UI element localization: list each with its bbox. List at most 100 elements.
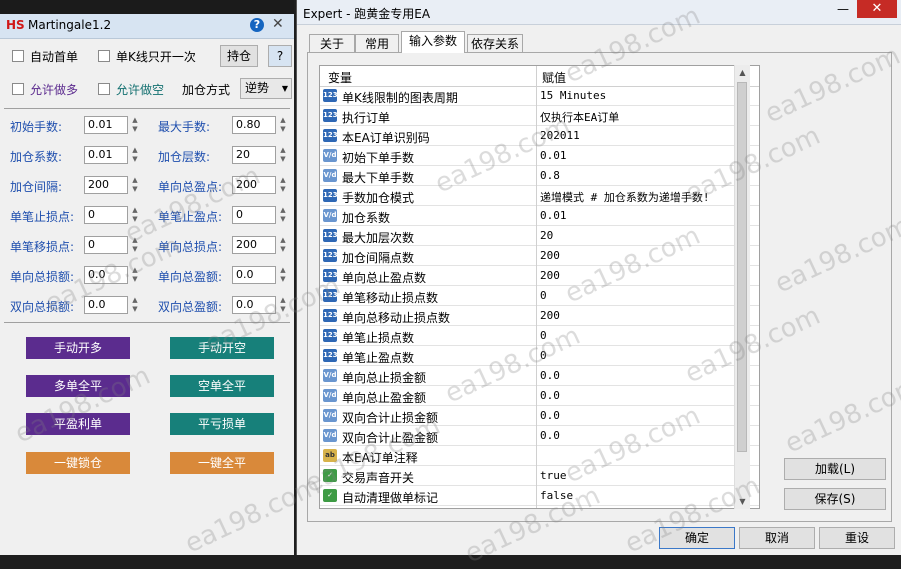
manual-short-button[interactable]: 手动开空 [170, 337, 274, 359]
param-value[interactable]: 20 [540, 229, 553, 242]
param-row[interactable]: 123 本EA订单识别码 202011 [320, 126, 759, 146]
param-row[interactable]: V/d 双向合计止损金额 0.0 [320, 406, 759, 426]
field-input[interactable]: 0.0 [232, 296, 276, 314]
spinner-icon[interactable]: ▲ ▼ [278, 176, 288, 194]
param-row[interactable]: 123 单K线限制的图表周期 15 Minutes [320, 86, 759, 106]
param-value[interactable]: 0.01 [540, 149, 567, 162]
param-row[interactable]: 123 单笔止盈点数 0 [320, 346, 759, 366]
param-value[interactable]: false [540, 489, 573, 502]
field-input[interactable]: 0.0 [232, 266, 276, 284]
field-input[interactable]: 0.80 [232, 116, 276, 134]
ok-button[interactable]: 确定 [659, 527, 735, 549]
field-input[interactable]: 20 [232, 146, 276, 164]
param-row[interactable]: ab 本EA订单注释 [320, 446, 759, 466]
param-row[interactable]: V/d 最大下单手数 0.8 [320, 166, 759, 186]
spinner-icon[interactable]: ▲ ▼ [130, 266, 140, 284]
scroll-down-icon[interactable]: ▼ [735, 494, 750, 509]
allow-short-checkbox[interactable] [98, 83, 110, 95]
param-value[interactable]: 0.0 [540, 429, 560, 442]
field-input[interactable]: 0 [232, 206, 276, 224]
param-value[interactable]: 200 [540, 249, 560, 262]
param-row[interactable]: V/d 单向总止盈金额 0.0 [320, 386, 759, 406]
field-input[interactable]: 0.0 [84, 296, 128, 314]
add-mode-select[interactable]: 逆势 ▼ [240, 78, 292, 99]
field-input[interactable]: 0 [84, 236, 128, 254]
single-k-checkbox[interactable] [98, 50, 110, 62]
spinner-icon[interactable]: ▲ ▼ [278, 116, 288, 134]
minimize-icon[interactable]: — [831, 2, 855, 18]
tab-inputs[interactable]: 输入参数 [401, 31, 465, 53]
close-icon[interactable]: ✕ [272, 16, 284, 32]
param-row[interactable]: 123 执行订单 仅执行本EA订单 [320, 106, 759, 126]
grid-scrollbar[interactable]: ▲ ▼ [734, 65, 750, 509]
param-value[interactable]: 仅执行本EA订单 [540, 109, 619, 125]
param-value[interactable]: true [540, 469, 567, 482]
param-row[interactable]: ✓ 交易声音开关 true [320, 466, 759, 486]
param-value[interactable]: 0 [540, 349, 547, 362]
tab-about[interactable]: 关于 [309, 34, 355, 52]
close-loss-button[interactable]: 平亏损单 [170, 413, 274, 435]
manual-long-button[interactable]: 手动开多 [26, 337, 130, 359]
spinner-icon[interactable]: ▲ ▼ [130, 296, 140, 314]
param-value[interactable]: 0.01 [540, 209, 567, 222]
param-row[interactable]: 123 单向总止盈点数 200 [320, 266, 759, 286]
close-all-short-button[interactable]: 空单全平 [170, 375, 274, 397]
field-input[interactable]: 200 [232, 176, 276, 194]
scroll-thumb[interactable] [737, 82, 747, 452]
lock-button[interactable]: 一键锁仓 [26, 452, 130, 474]
param-row[interactable]: 123 手数加仓模式 递增模式 # 加仓系数为递增手数! [320, 186, 759, 206]
hold-button[interactable]: 持仓 [220, 45, 258, 67]
spinner-icon[interactable]: ▲ ▼ [130, 116, 140, 134]
param-row[interactable]: 123 最大加层次数 20 [320, 226, 759, 246]
param-value[interactable]: 200 [540, 269, 560, 282]
save-button[interactable]: 保存(S) [784, 488, 886, 510]
param-row[interactable]: 123 单笔移动止损点数 0 [320, 286, 759, 306]
param-value[interactable]: 0 [540, 289, 547, 302]
param-value[interactable]: 0.0 [540, 389, 560, 402]
auto-first-checkbox[interactable] [12, 50, 24, 62]
param-value[interactable]: 0.8 [540, 169, 560, 182]
spinner-icon[interactable]: ▲ ▼ [278, 266, 288, 284]
field-input[interactable]: 0 [84, 206, 128, 224]
param-row[interactable]: V/d 双向合计止盈金额 0.0 [320, 426, 759, 446]
spinner-icon[interactable]: ▲ ▼ [130, 176, 140, 194]
spinner-icon[interactable]: ▲ ▼ [278, 146, 288, 164]
field-input[interactable]: 200 [84, 176, 128, 194]
reset-button[interactable]: 重设 [819, 527, 895, 549]
field-input[interactable]: 200 [232, 236, 276, 254]
field-input[interactable]: 0.0 [84, 266, 128, 284]
tab-dependencies[interactable]: 依存关系 [467, 34, 523, 52]
field-input[interactable]: 0.01 [84, 146, 128, 164]
dialog-close-button[interactable]: ✕ [857, 0, 897, 18]
allow-long-checkbox[interactable] [12, 83, 24, 95]
param-row[interactable]: 123 单笔止损点数 0 [320, 326, 759, 346]
param-value[interactable]: 递增模式 # 加仓系数为递增手数! [540, 189, 710, 205]
param-row[interactable]: ✓ 自动清理做单标记 false [320, 486, 759, 506]
spinner-icon[interactable]: ▲ ▼ [130, 236, 140, 254]
param-row[interactable]: V/d 初始下单手数 0.01 [320, 146, 759, 166]
scroll-up-icon[interactable]: ▲ [735, 65, 750, 80]
param-row[interactable]: 123 加仓间隔点数 200 [320, 246, 759, 266]
param-row[interactable]: V/d 加仓系数 0.01 [320, 206, 759, 226]
spinner-icon[interactable]: ▲ ▼ [278, 236, 288, 254]
close-profit-button[interactable]: 平盈利单 [26, 413, 130, 435]
spinner-icon[interactable]: ▲ ▼ [130, 206, 140, 224]
param-row[interactable]: 123 单向总移动止损点数 200 [320, 306, 759, 326]
help-icon[interactable]: ? [250, 18, 264, 32]
field-input[interactable]: 0.01 [84, 116, 128, 134]
param-value[interactable]: 200 [540, 309, 560, 322]
spinner-icon[interactable]: ▲ ▼ [278, 296, 288, 314]
param-row[interactable]: V/d 单向总止损金额 0.0 [320, 366, 759, 386]
load-button[interactable]: 加载(L) [784, 458, 886, 480]
param-value[interactable]: 0 [540, 329, 547, 342]
close-all-long-button[interactable]: 多单全平 [26, 375, 130, 397]
param-value[interactable]: 15 Minutes [540, 89, 606, 102]
spinner-icon[interactable]: ▲ ▼ [130, 146, 140, 164]
param-value[interactable]: 0.0 [540, 369, 560, 382]
help-button[interactable]: ? [268, 45, 292, 67]
close-all-button[interactable]: 一键全平 [170, 452, 274, 474]
param-value[interactable]: 202011 [540, 129, 580, 142]
spinner-icon[interactable]: ▲ ▼ [278, 206, 288, 224]
cancel-button[interactable]: 取消 [739, 527, 815, 549]
param-value[interactable]: 0.0 [540, 409, 560, 422]
